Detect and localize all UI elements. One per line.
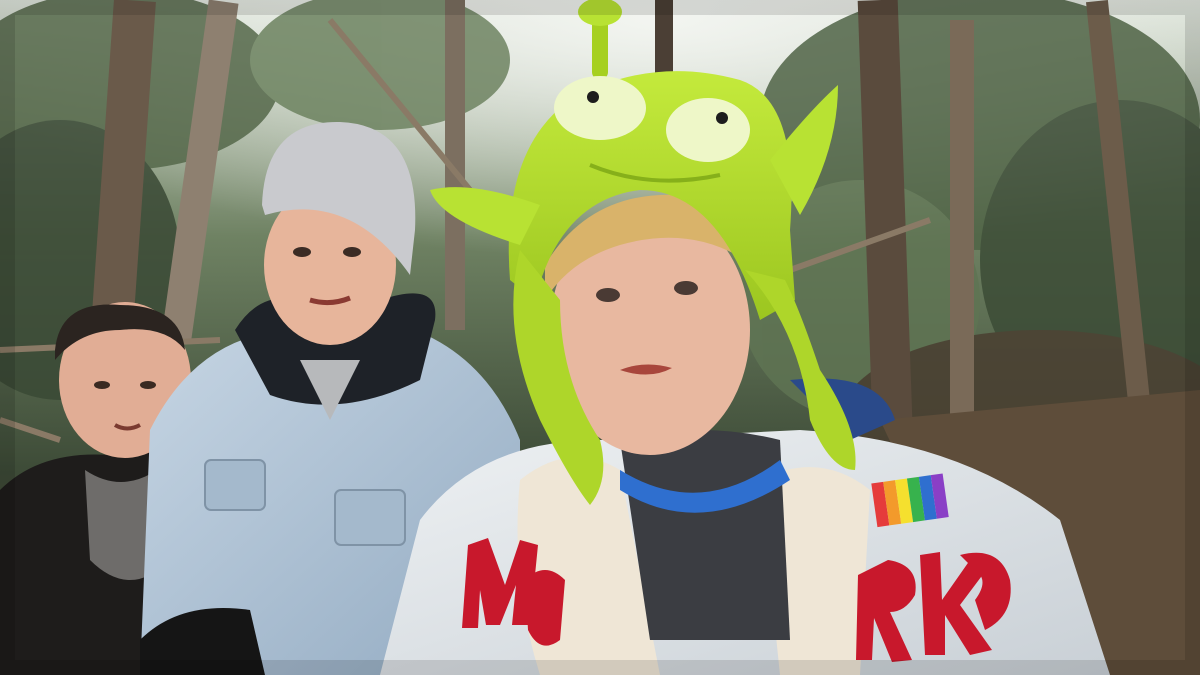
alien-hat-eye-left: [554, 76, 646, 140]
photo-illustration: [0, 0, 1200, 675]
jacket-pocket-left: [204, 459, 266, 511]
alien-hat-eye-right: [666, 98, 750, 162]
forest-photo-scene: [0, 0, 1200, 675]
grey-hoodie: [620, 430, 790, 640]
jacket-pocket-right: [334, 489, 406, 546]
